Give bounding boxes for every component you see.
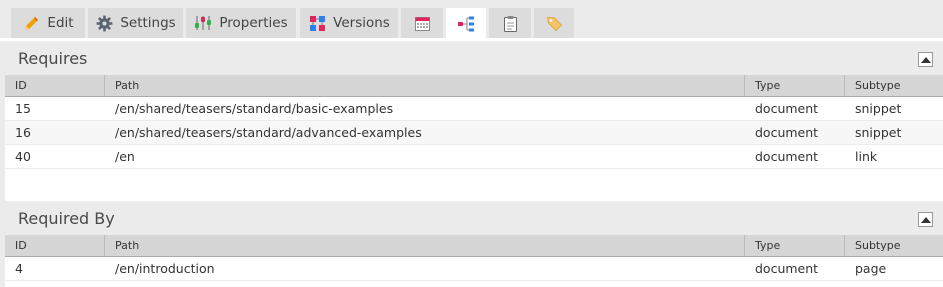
cell-subtype: snippet	[855, 101, 902, 116]
tab-schedule[interactable]	[401, 8, 443, 38]
table-row[interactable]: 16 /en/shared/teasers/standard/advanced-…	[5, 121, 943, 145]
column-header-subtype[interactable]: Subtype	[845, 235, 943, 256]
gear-icon	[95, 14, 113, 32]
tab-label: Properties	[219, 15, 288, 31]
versions-icon	[308, 14, 326, 32]
grid-header: ID Path Type Subtype	[5, 75, 943, 97]
tab-properties[interactable]: Properties	[186, 8, 296, 38]
tag-icon	[545, 14, 563, 32]
properties-icon	[194, 14, 212, 32]
table-row[interactable]: 15 /en/shared/teasers/standard/basic-exa…	[5, 97, 943, 121]
required-by-panel-header: Required By	[5, 201, 943, 235]
table-row[interactable]: 4 /en/introduction document page	[5, 257, 943, 281]
panel-title: Requires	[18, 48, 88, 68]
cell-id: 40	[15, 149, 31, 164]
tab-settings[interactable]: Settings	[88, 8, 183, 38]
cell-type: document	[755, 101, 819, 116]
panel-title: Required By	[18, 208, 115, 228]
column-header-id[interactable]: ID	[5, 75, 105, 96]
tab-edit[interactable]: Edit	[11, 8, 85, 38]
cell-path: /en	[115, 149, 135, 164]
cell-id: 4	[15, 261, 23, 276]
tab-notes[interactable]	[489, 8, 531, 38]
requires-grid: ID Path Type Subtype 15 /en/shared/tease…	[5, 75, 943, 201]
required-by-grid: ID Path Type Subtype 4 /en/introduction …	[5, 235, 943, 287]
clipboard-icon	[501, 14, 519, 32]
requires-panel-header: Requires	[5, 41, 943, 75]
column-header-id[interactable]: ID	[5, 235, 105, 256]
cell-type: document	[755, 149, 819, 164]
tab-versions[interactable]: Versions	[300, 8, 398, 38]
column-header-subtype[interactable]: Subtype	[845, 75, 943, 96]
tab-label: Edit	[47, 15, 74, 31]
tab-bar: Edit Settings Properties Versions	[0, 0, 943, 39]
tab-label: Versions	[333, 15, 390, 31]
cell-path: /en/shared/teasers/standard/advanced-exa…	[115, 125, 422, 140]
tab-label: Settings	[120, 15, 176, 31]
collapse-button[interactable]	[918, 212, 933, 227]
cell-subtype: link	[855, 149, 878, 164]
collapse-up-icon	[920, 56, 931, 63]
dependencies-icon	[457, 15, 475, 33]
cell-path: /en/introduction	[115, 261, 215, 276]
cell-id: 16	[15, 125, 31, 140]
column-header-path[interactable]: Path	[105, 75, 745, 96]
collapse-button[interactable]	[918, 52, 933, 67]
calendar-icon	[413, 14, 431, 32]
tab-tags[interactable]	[534, 8, 574, 38]
cell-subtype: snippet	[855, 125, 902, 140]
tab-dependencies[interactable]	[446, 8, 486, 39]
column-header-type[interactable]: Type	[745, 235, 845, 256]
pencil-icon	[22, 14, 40, 32]
table-row[interactable]: 40 /en document link	[5, 145, 943, 169]
grid-header: ID Path Type Subtype	[5, 235, 943, 257]
collapse-up-icon	[920, 216, 931, 223]
cell-type: document	[755, 125, 819, 140]
cell-subtype: page	[855, 261, 887, 276]
column-header-type[interactable]: Type	[745, 75, 845, 96]
cell-id: 15	[15, 101, 31, 116]
cell-path: /en/shared/teasers/standard/basic-exampl…	[115, 101, 394, 116]
column-header-path[interactable]: Path	[105, 235, 745, 256]
cell-type: document	[755, 261, 819, 276]
